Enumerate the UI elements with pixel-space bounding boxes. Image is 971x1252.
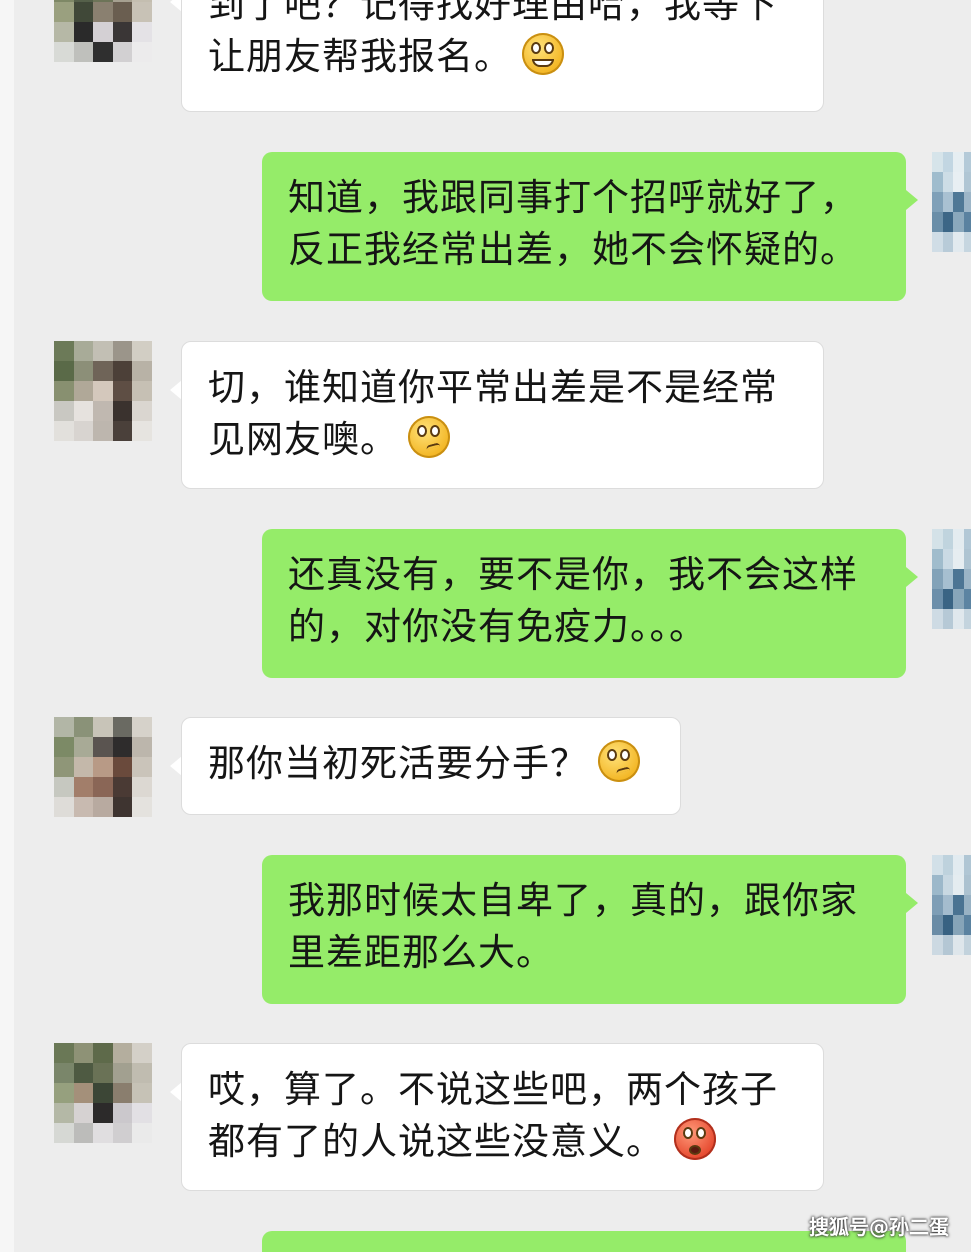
self-avatar[interactable] <box>932 529 971 629</box>
message-text-line: 让朋友帮我报名。 <box>208 31 797 83</box>
received-message-bubble[interactable]: 那你当初死活要分手？ <box>181 717 681 815</box>
message-text-line: 我那时候太自卑了，真的，跟你家 <box>288 879 858 922</box>
received-message-bubble[interactable]: 切，谁知道你平常出差是不是经常 见网友噢。 <box>181 341 824 489</box>
sent-message-bubble[interactable]: 知道，我跟同事打个招呼就好了， 反正我经常出差，她不会怀疑的。 <box>262 152 906 301</box>
message-text-line: 见网友噢。 <box>208 414 797 466</box>
message-text-line: 的，对你没有免疫力。。。 <box>288 605 707 648</box>
contact-avatar[interactable] <box>54 717 152 817</box>
self-avatar[interactable] <box>932 855 971 955</box>
message-text-line: 还真没有，要不是你，我不会这样 <box>288 553 858 596</box>
message-text-line: 到了吧？记得找好理由哈，我等下 <box>208 0 778 26</box>
message-text-line: 都有了的人说这些没意义。 <box>208 1116 797 1168</box>
message-text-line: 那你当初死活要分手？ <box>208 738 654 790</box>
contact-avatar[interactable] <box>54 1043 152 1143</box>
self-avatar[interactable] <box>932 152 971 252</box>
contact-avatar[interactable] <box>54 0 152 62</box>
sent-message-bubble[interactable]: 我那时候太自卑了，真的，跟你家 里差距那么大。 <box>262 855 906 1004</box>
chat-area[interactable]: 到了吧？记得找好理由哈，我等下 让朋友帮我报名。 知道，我跟同事打个招呼就好了，… <box>0 0 971 1252</box>
message-text-line: 里差距那么大。 <box>288 931 554 974</box>
received-message-bubble[interactable]: 到了吧？记得找好理由哈，我等下 让朋友帮我报名。 <box>181 0 824 112</box>
grinning-emoji-icon <box>522 33 564 75</box>
message-text-line: 哎，算了。不说这些吧，两个孩子 <box>208 1068 778 1111</box>
contact-avatar[interactable] <box>54 341 152 441</box>
message-text-line: 反正我经常出差，她不会怀疑的。 <box>288 228 858 271</box>
sent-message-bubble[interactable]: 还真没有，要不是你，我不会这样 的，对你没有免疫力。。。 <box>262 529 906 678</box>
rolling-eyes-emoji-icon <box>408 416 450 458</box>
message-text-line: 知道，我跟同事打个招呼就好了， <box>288 176 858 219</box>
message-text-line: 切，谁知道你平常出差是不是经常 <box>208 366 778 409</box>
rolling-eyes-emoji-icon <box>598 740 640 782</box>
received-message-bubble[interactable]: 哎，算了。不说这些吧，两个孩子 都有了的人说这些没意义。 <box>181 1043 824 1191</box>
flushed-emoji-icon <box>674 1118 716 1160</box>
watermark: 搜狐号@孙二蛋 <box>809 1215 949 1239</box>
